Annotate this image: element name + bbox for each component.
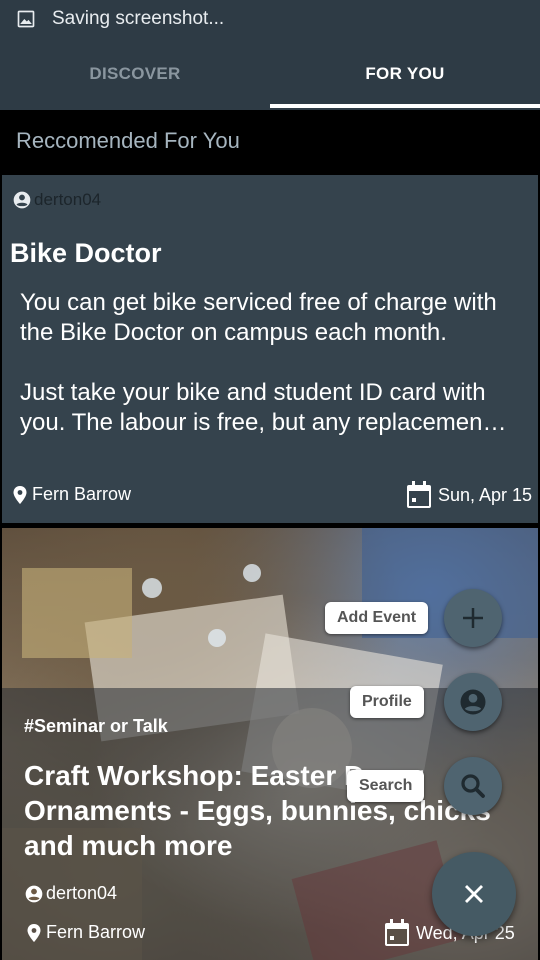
author-name: derton04 xyxy=(46,883,118,903)
card-author: derton04 xyxy=(24,883,117,904)
event-date: Sun, Apr 15 xyxy=(404,480,532,510)
tab-discover[interactable]: DISCOVER xyxy=(0,38,270,110)
card-author: derton04 xyxy=(12,190,101,210)
location-pin-icon xyxy=(13,485,27,504)
event-location: Fern Barrow xyxy=(26,922,145,943)
tab-indicator xyxy=(270,104,540,108)
status-text: Saving screenshot... xyxy=(52,8,225,29)
close-icon xyxy=(465,885,483,903)
close-fab-button[interactable] xyxy=(432,852,516,936)
calendar-icon xyxy=(385,919,409,946)
event-category: #Seminar or Talk xyxy=(24,716,168,736)
search-button[interactable] xyxy=(444,757,502,815)
event-location: Fern Barrow xyxy=(12,484,131,505)
event-title: Craft Workshop: Easter Decor Ornaments -… xyxy=(24,760,491,861)
location-pin-icon xyxy=(27,923,41,942)
search-label[interactable]: Search xyxy=(347,770,425,802)
account-circle-icon xyxy=(13,191,31,209)
profile-button[interactable] xyxy=(444,673,502,731)
add-icon xyxy=(463,608,483,628)
date-text: Sun, Apr 15 xyxy=(438,484,533,505)
event-title: Bike Doctor xyxy=(10,238,162,268)
add-event-button[interactable] xyxy=(444,589,502,647)
profile-label[interactable]: Profile xyxy=(350,686,424,718)
status-bar: Saving screenshot... xyxy=(0,0,540,38)
tab-for-you[interactable]: FOR YOU xyxy=(270,38,540,110)
section-title: Reccomended For You xyxy=(16,128,240,153)
add-event-label[interactable]: Add Event xyxy=(325,602,429,634)
account-circle-icon xyxy=(25,885,43,902)
search-icon xyxy=(461,774,485,798)
event-description: You can get bike serviced free of charge… xyxy=(20,289,507,436)
author-name: derton04 xyxy=(34,190,102,209)
calendar-icon xyxy=(407,481,431,508)
location-text: Fern Barrow xyxy=(46,922,146,942)
tab-bar: DISCOVER FOR YOU xyxy=(0,38,540,110)
image-icon xyxy=(17,10,35,28)
location-text: Fern Barrow xyxy=(32,484,132,504)
account-circle-icon xyxy=(460,689,486,715)
